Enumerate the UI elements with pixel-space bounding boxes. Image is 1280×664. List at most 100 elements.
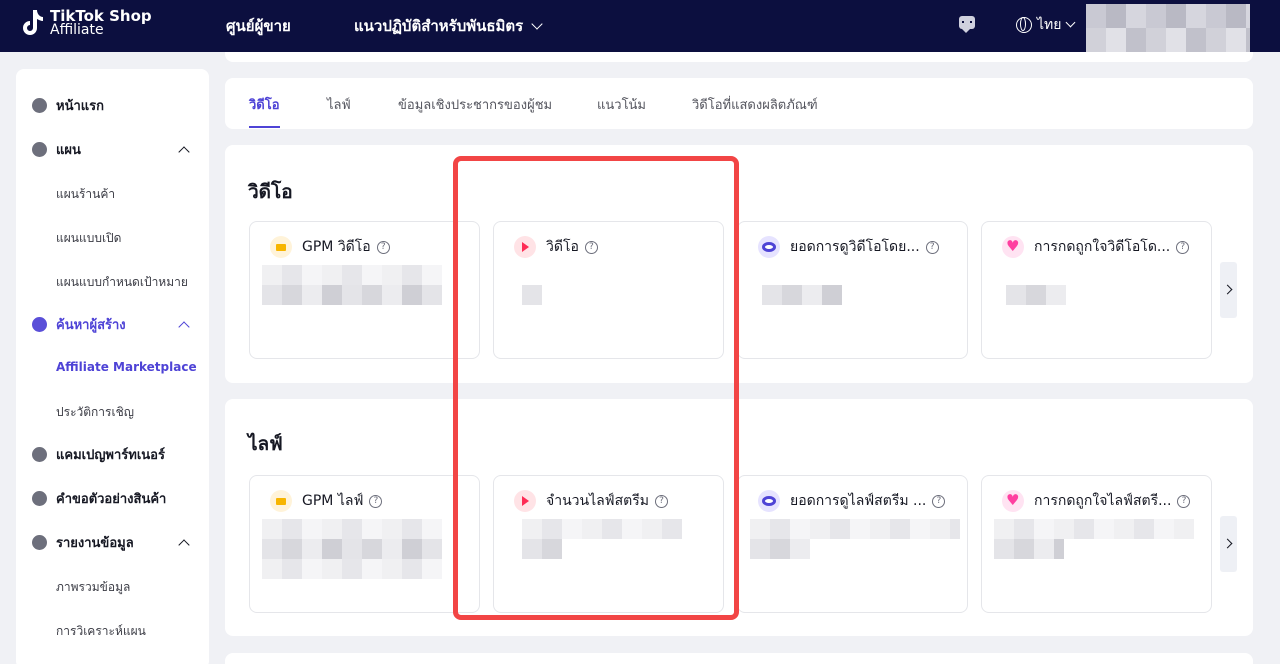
tab-product-videos[interactable]: วิดีโอที่แสดงผลิตภัณฑ์ xyxy=(692,94,818,115)
metric-card-live-gpm[interactable]: GPM ไลฟ์? xyxy=(249,475,480,613)
metric-label: การกดถูกใจวิดีโอโด... xyxy=(1034,239,1171,255)
blurred-value xyxy=(750,519,960,539)
gpm-icon xyxy=(270,236,292,258)
partner-guide-label: แนวปฏิบัติสำหรับพันธมิตร xyxy=(354,17,524,35)
campaign-icon xyxy=(32,446,47,462)
sidebar-item-find-creators[interactable]: ค้นหาผู้สร้าง xyxy=(16,306,209,342)
tab-video[interactable]: วิดีโอ xyxy=(249,94,280,115)
blurred-value xyxy=(522,519,682,539)
metric-card-video-gpm[interactable]: GPM วิดีโอ? xyxy=(249,221,480,359)
metric-card-live-likes[interactable]: การกดถูกใจไลฟ์สตรี...? xyxy=(981,475,1212,613)
sidebar-item-plan-analysis[interactable]: การวิเคราะห์แผน xyxy=(56,622,146,641)
metric-label: วิดีโอ xyxy=(546,239,579,255)
help-icon[interactable]: ? xyxy=(369,494,383,508)
sidebar: หน้าแรก แผน แผนร้านค้า แผนแบบเปิด แผนแบบ… xyxy=(16,69,209,664)
video-section: วิดีโอ GPM วิดีโอ? วิดีโอ? ยอดการดูวิดีโ… xyxy=(225,145,1253,383)
report-icon xyxy=(32,534,47,550)
account-menu[interactable] xyxy=(1086,4,1250,52)
language-label: ไทย xyxy=(1037,17,1062,33)
metric-label: GPM ไลฟ์ xyxy=(302,493,364,509)
sidebar-item-data-reports[interactable]: รายงานข้อมูล xyxy=(16,524,209,560)
eye-icon xyxy=(758,490,780,512)
logo-title: TikTok Shop xyxy=(50,7,152,25)
blurred-value xyxy=(262,285,442,305)
tab-bar: วิดีโอ ไลฟ์ ข้อมูลเชิงประชากรของผู้ชม แน… xyxy=(225,78,1253,129)
help-icon[interactable]: ? xyxy=(925,240,939,254)
sidebar-item-invite-history[interactable]: ประวัติการเชิญ xyxy=(56,403,134,422)
play-icon xyxy=(514,490,536,512)
sidebar-item-label: ค้นหาผู้สร้าง xyxy=(56,317,126,333)
globe-icon xyxy=(1016,17,1032,33)
metric-label: ยอดการดูไลฟ์สตรีม ... xyxy=(790,493,927,509)
blurred-value xyxy=(994,539,1064,559)
top-bar: TikTok Shop Affiliate ศูนย์ผู้ขาย แนวปฏิ… xyxy=(0,0,1280,52)
sidebar-item-label: รายงานข้อมูล xyxy=(56,535,134,551)
seller-center-link[interactable]: ศูนย์ผู้ขาย xyxy=(226,14,291,38)
blurred-value xyxy=(522,285,542,305)
tab-live[interactable]: ไลฟ์ xyxy=(327,94,351,115)
next-arrow-button[interactable] xyxy=(1220,516,1237,572)
metric-label: การกดถูกใจไลฟ์สตรี... xyxy=(1034,493,1172,509)
tab-audience-demographics[interactable]: ข้อมูลเชิงประชากรของผู้ชม xyxy=(398,94,552,115)
play-icon xyxy=(514,236,536,258)
section-title: ไลฟ์ xyxy=(248,433,283,455)
metric-card-video-count[interactable]: วิดีโอ? xyxy=(493,221,724,359)
sidebar-item-partner-campaigns[interactable]: แคมเปญพาร์ทเนอร์ xyxy=(16,436,209,472)
partner-guide-menu[interactable]: แนวปฏิบัติสำหรับพันธมิตร xyxy=(354,14,543,38)
eye-icon xyxy=(758,236,780,258)
sidebar-item-data-overview[interactable]: ภาพรวมข้อมูล xyxy=(56,578,130,597)
live-section: ไลฟ์ GPM ไลฟ์? จำนวนไลฟ์สตรีม? ยอดการดูไ… xyxy=(225,399,1253,636)
tiktok-logo-icon xyxy=(23,10,43,35)
blurred-value xyxy=(762,285,842,305)
blurred-value xyxy=(262,265,442,285)
blurred-value xyxy=(522,539,562,559)
sidebar-item-home[interactable]: หน้าแรก xyxy=(16,87,209,123)
tiktok-shop-affiliate-logo[interactable]: TikTok Shop Affiliate xyxy=(20,8,152,38)
search-creator-icon xyxy=(32,316,47,332)
blurred-value xyxy=(262,519,442,539)
gpm-icon xyxy=(270,490,292,512)
section-title: วิดีโอ xyxy=(248,181,293,203)
sidebar-item-plans[interactable]: แผน xyxy=(16,131,209,167)
active-tab-indicator xyxy=(249,126,280,128)
help-icon[interactable]: ? xyxy=(376,240,390,254)
sidebar-item-affiliate-marketplace[interactable]: Affiliate Marketplace xyxy=(56,360,197,374)
sidebar-item-label: คำขอตัวอย่างสินค้า xyxy=(56,491,167,507)
next-arrow-button[interactable] xyxy=(1220,262,1237,318)
sidebar-item-sample-requests[interactable]: คำขอตัวอย่างสินค้า xyxy=(16,480,209,516)
help-icon[interactable]: ? xyxy=(1176,240,1190,254)
chevron-up-icon xyxy=(178,539,190,551)
metric-card-live-streams[interactable]: จำนวนไลฟ์สตรีม? xyxy=(493,475,724,613)
sidebar-item-label: แคมเปญพาร์ทเนอร์ xyxy=(56,447,165,463)
chevron-down-icon xyxy=(531,18,543,30)
metric-label: GPM วิดีโอ xyxy=(302,239,371,255)
help-icon[interactable]: ? xyxy=(584,240,598,254)
top-strip xyxy=(225,52,1253,62)
sidebar-item-plan-shop[interactable]: แผนร้านค้า xyxy=(56,185,115,204)
sidebar-item-plan-open[interactable]: แผนแบบเปิด xyxy=(56,229,121,248)
message-icon[interactable] xyxy=(959,16,975,33)
sidebar-item-label: หน้าแรก xyxy=(56,98,104,114)
language-selector[interactable]: ไทย xyxy=(1016,14,1076,36)
heart-icon xyxy=(1002,236,1024,258)
tab-trends[interactable]: แนวโน้ม xyxy=(597,94,646,115)
chevron-down-icon xyxy=(1066,17,1076,27)
metric-label: ยอดการดูวิดีโอโดย... xyxy=(790,239,920,255)
next-section xyxy=(225,653,1253,664)
help-icon[interactable]: ? xyxy=(654,494,668,508)
metric-label: จำนวนไลฟ์สตรีม xyxy=(546,493,649,509)
sidebar-item-plan-targeted[interactable]: แผนแบบกำหนดเป้าหมาย xyxy=(56,273,188,292)
sidebar-item-label: แผน xyxy=(56,142,81,158)
box-icon xyxy=(32,490,47,506)
metric-card-live-views[interactable]: ยอดการดูไลฟ์สตรีม ...? xyxy=(737,475,968,613)
blurred-value xyxy=(262,559,442,579)
blurred-value xyxy=(262,539,442,559)
blurred-value xyxy=(750,539,810,559)
metric-card-video-views[interactable]: ยอดการดูวิดีโอโดย...? xyxy=(737,221,968,359)
heart-icon xyxy=(1002,490,1024,512)
metric-card-video-likes[interactable]: การกดถูกใจวิดีโอโด...? xyxy=(981,221,1212,359)
help-icon[interactable]: ? xyxy=(1177,494,1191,508)
help-icon[interactable]: ? xyxy=(932,494,946,508)
home-icon xyxy=(32,97,47,113)
chevron-up-icon xyxy=(178,321,190,333)
